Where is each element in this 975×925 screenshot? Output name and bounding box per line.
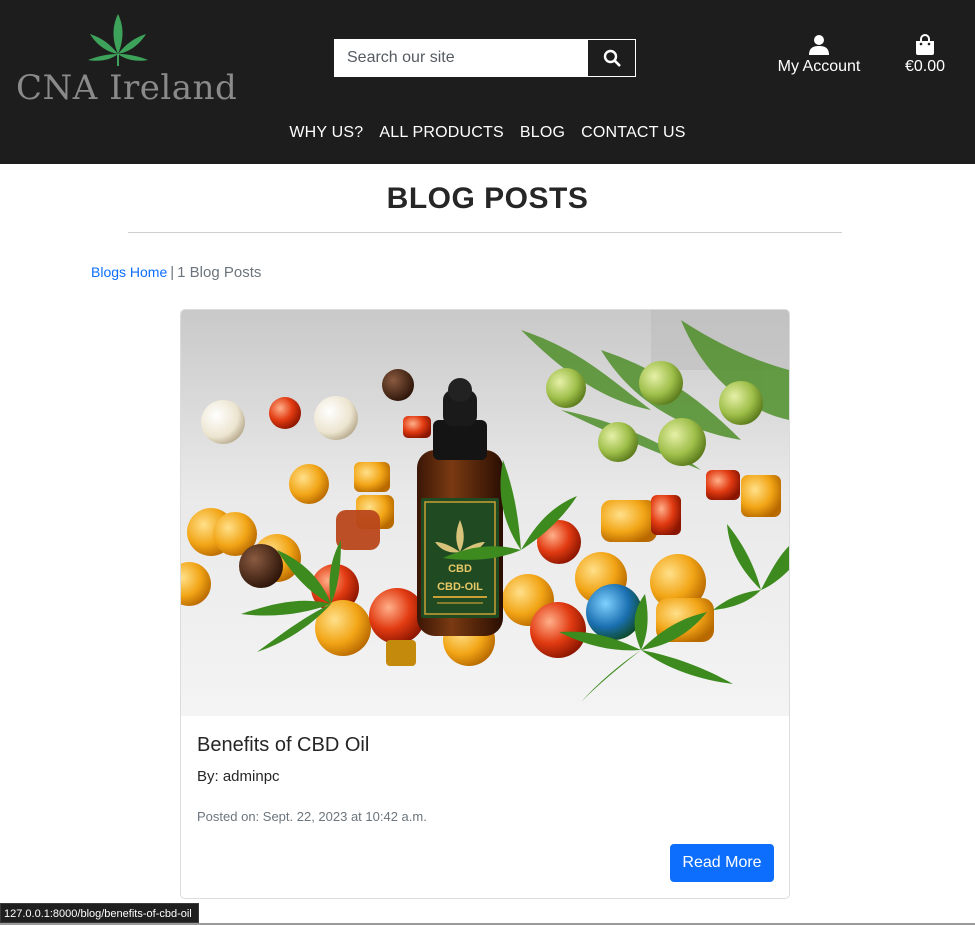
cannabis-leaf-icon [88,14,148,66]
title-divider [128,232,842,233]
cart-link[interactable]: €0.00 [898,34,952,82]
nav-item-why-us[interactable]: WHY US? [289,124,363,148]
post-date: Posted on: Sept. 22, 2023 at 10:42 a.m. [197,809,427,824]
post-title[interactable]: Benefits of CBD Oil [197,734,369,757]
site-logo[interactable]: CNA Ireland [14,12,237,108]
breadcrumb-separator: | [170,264,175,281]
nav-item-all-products[interactable]: ALL PRODUCTS [379,124,504,148]
search-input[interactable] [335,40,587,76]
nav-item-contact-us[interactable]: CONTACT US [581,124,686,148]
my-account-label: My Account [777,58,861,75]
status-bar-url: 127.0.0.1:8000/blog/benefits-of-cbd-oil [0,903,199,923]
search-button[interactable] [587,40,635,76]
cart-total: €0.00 [904,58,946,75]
breadcrumb-blogs-home-link[interactable]: Blogs Home [91,264,167,280]
user-icon [809,35,829,55]
breadcrumb-post-count: 1 Blog Posts [177,264,262,281]
blog-post-image[interactable]: CBD CBD-OIL [181,310,789,716]
search-icon [603,49,621,67]
page-title: BLOG POSTS [386,182,589,215]
brand-name: CNA Ireland [16,68,238,108]
post-author: By: adminpc [197,768,280,785]
main-nav: WHY US? ALL PRODUCTS BLOG CONTACT US [0,124,975,148]
site-header: CNA Ireland My Account €0.00 WHY US? ALL… [0,0,975,164]
bottle-label-cbd-oil: CBD-OIL [437,581,483,593]
breadcrumb: Blogs Home | 1 Blog Posts [91,264,261,281]
blog-post-card: CBD CBD-OIL Benefits of CBD Oil By: admi… [180,309,790,899]
search-form [334,39,636,77]
read-more-button[interactable]: Read More [670,844,774,882]
my-account-link[interactable]: My Account [770,34,868,82]
bottle-label-cbd: CBD [448,563,472,575]
nav-item-blog[interactable]: BLOG [520,124,565,148]
shopping-bag-icon [916,34,934,55]
